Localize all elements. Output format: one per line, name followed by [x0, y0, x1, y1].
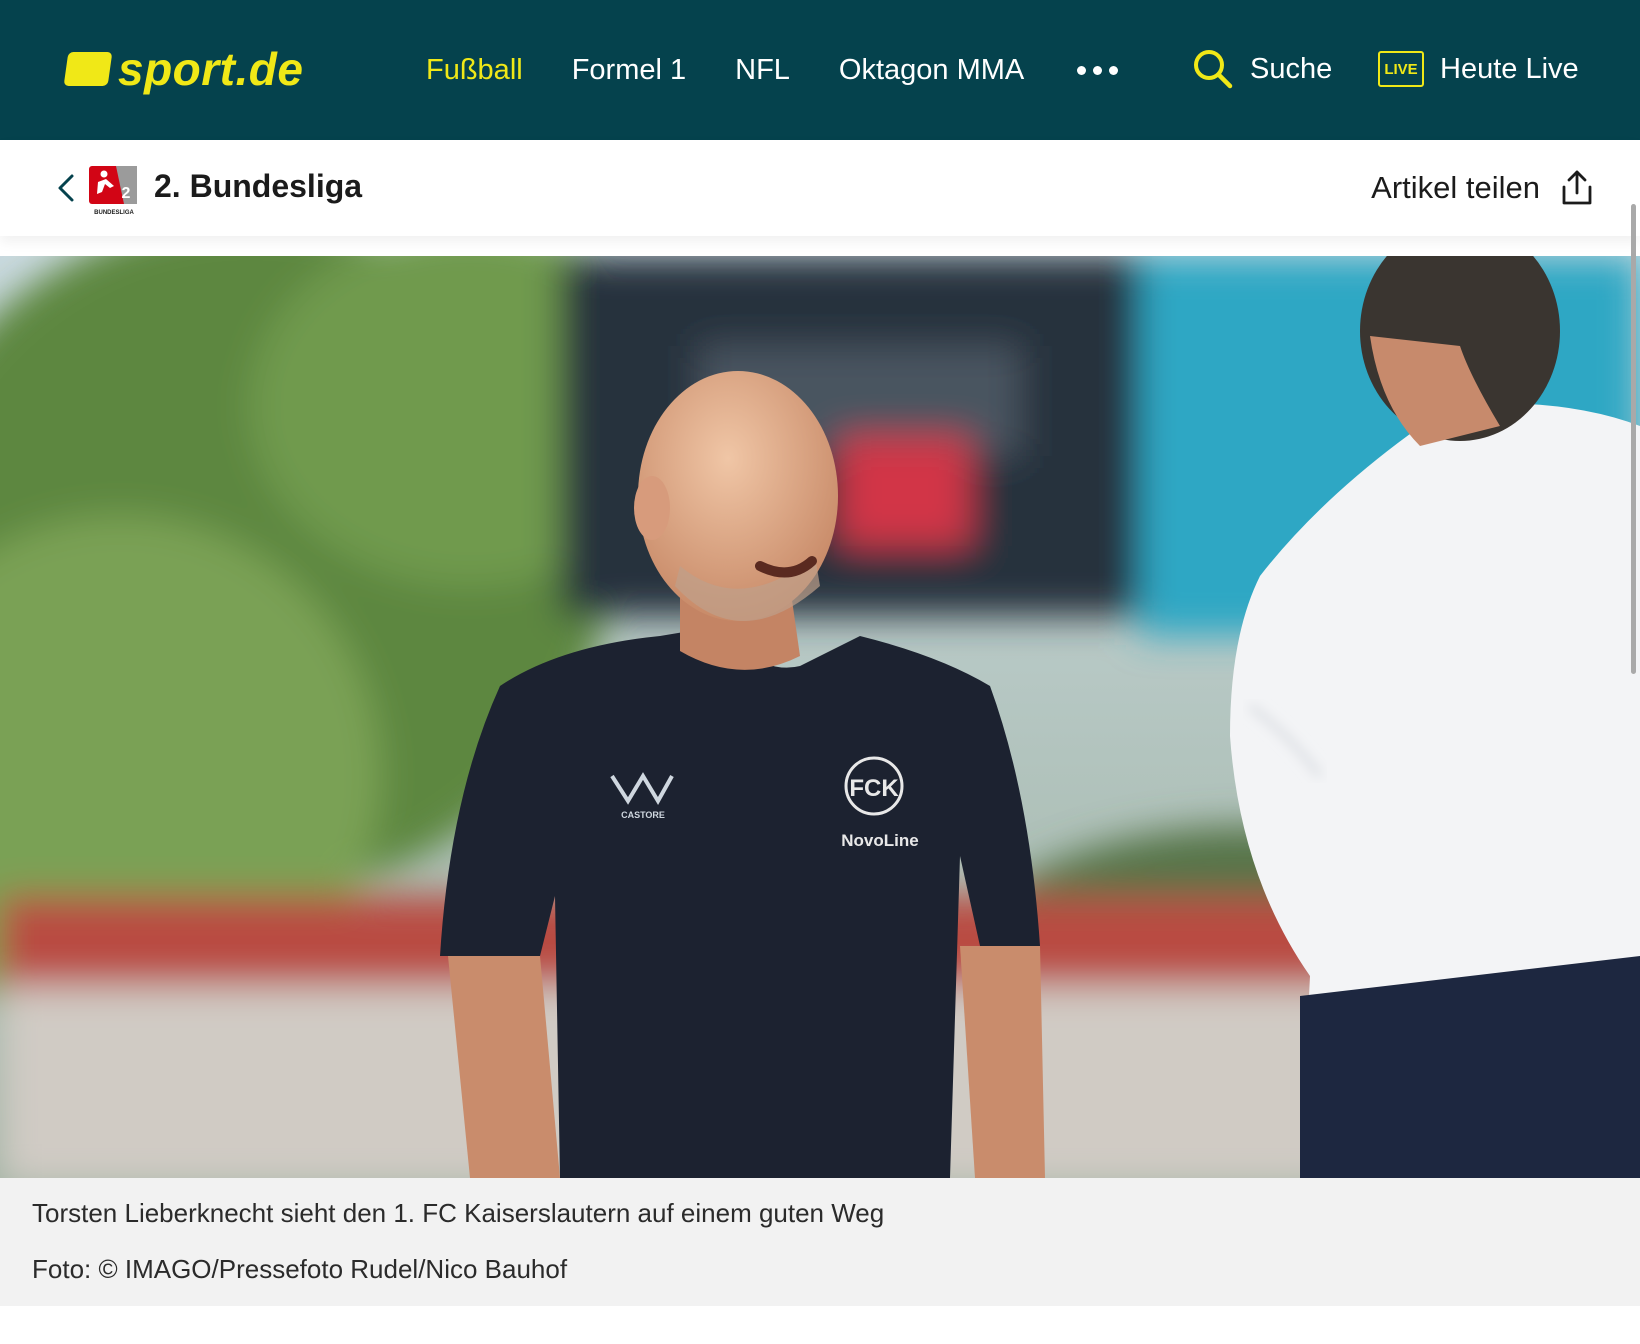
article-hero-image: FCK NovoLine CASTORE — [0, 256, 1640, 1178]
live-badge-icon: LIVE — [1378, 51, 1424, 87]
svg-text:FCK: FCK — [849, 775, 899, 802]
hero-photo: FCK NovoLine CASTORE — [0, 256, 1640, 1178]
svg-text:NovoLine: NovoLine — [841, 831, 918, 850]
scrollbar[interactable] — [1631, 204, 1636, 674]
ellipsis-dot — [1093, 65, 1103, 75]
photo-credit: Foto: © IMAGO/Pressefoto Rudel/Nico Bauh… — [32, 1254, 568, 1284]
nav-item-nfl[interactable]: NFL — [735, 54, 790, 87]
nav-item-oktagon-mma[interactable]: Oktagon MMA — [839, 54, 1024, 87]
search-button[interactable]: Suche — [1192, 44, 1332, 94]
league-subheader: 2 BUNDESLIGA 2. Bundesliga Artikel teile… — [0, 140, 1640, 236]
more-menu-button[interactable] — [1077, 65, 1119, 75]
logo-text: sport.de — [118, 43, 304, 95]
svg-text:BUNDESLIGA: BUNDESLIGA — [94, 210, 134, 216]
share-label: Artikel teilen — [1371, 170, 1540, 205]
chevron-left-icon[interactable] — [52, 168, 82, 208]
sport-de-logo[interactable]: sport.de — [63, 43, 304, 95]
ellipsis-dot — [1109, 65, 1119, 75]
nav-item-formel-1[interactable]: Formel 1 — [572, 54, 686, 87]
main-nav: Fußball Formel 1 NFL Oktagon MMA — [426, 0, 1119, 140]
caption-text: Torsten Lieberknecht sieht den 1. FC Kai… — [32, 1198, 885, 1228]
league-title[interactable]: 2. Bundesliga — [154, 168, 362, 205]
heute-live-label: Heute Live — [1440, 52, 1579, 85]
ellipsis-icon — [1077, 65, 1087, 75]
svg-text:2: 2 — [122, 185, 131, 202]
nav-item-fussball[interactable]: Fußball — [426, 54, 523, 87]
top-navigation: sport.de Fußball Formel 1 NFL Oktagon MM… — [0, 0, 1640, 140]
share-article-button[interactable]: Artikel teilen — [1371, 164, 1594, 212]
bundesliga-2-logo: 2 BUNDESLIGA — [89, 166, 137, 216]
svg-text:CASTORE: CASTORE — [621, 810, 665, 820]
search-icon — [1194, 50, 1233, 89]
share-upload-icon — [1562, 170, 1592, 205]
image-caption: Torsten Lieberknecht sieht den 1. FC Kai… — [0, 1178, 1640, 1306]
heute-live-button[interactable]: LIVE Heute Live — [1378, 44, 1579, 94]
logo-square-icon — [63, 52, 113, 86]
search-label: Suche — [1250, 52, 1333, 85]
